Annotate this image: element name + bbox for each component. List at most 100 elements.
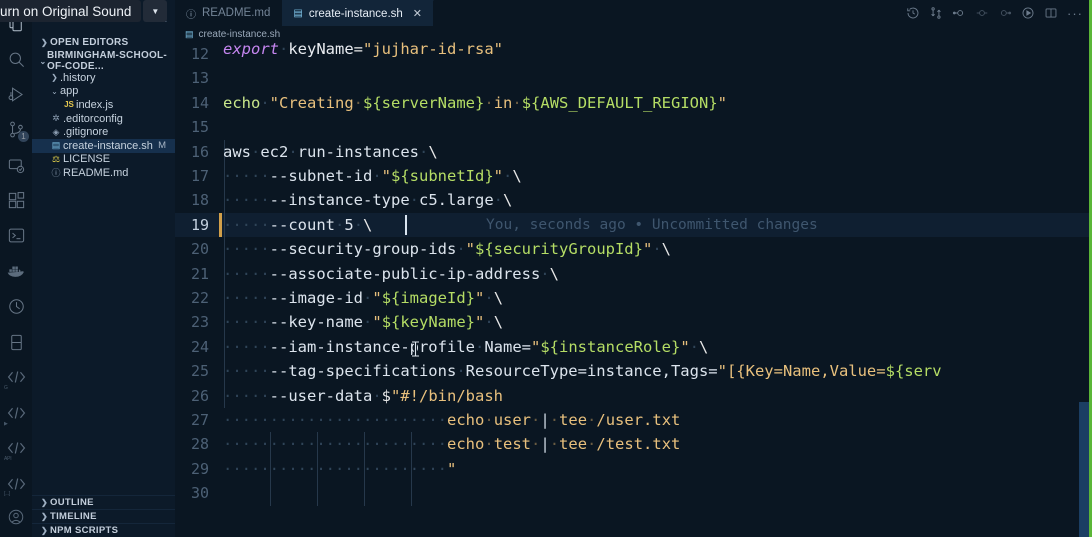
docker-icon[interactable] [0, 254, 32, 289]
extensions-icon[interactable] [0, 183, 32, 218]
chevron-right-icon: ❯ [40, 526, 48, 535]
tree-item-create-instance-sh[interactable]: ▤ create-instance.sh M [32, 138, 175, 153]
code-line-29[interactable]: ························" [223, 457, 456, 481]
tree-item-label: create-instance.sh [63, 139, 153, 152]
code-brackets-api-sublabel: API [4, 455, 12, 462]
line-number: 30 [190, 484, 209, 503]
code-content[interactable]: export·keyName="jujhar-id-rsa" echo·"Cre… [223, 42, 1092, 537]
zoom-original-sound-button[interactable]: urn on Original Sound [0, 0, 142, 22]
tree-item-readme-md[interactable]: ⓘ README.md [32, 166, 175, 180]
database-icon[interactable] [0, 324, 32, 359]
code-line-19[interactable]: ·····--count·5·\ [223, 213, 372, 237]
timeline-history-icon[interactable] [906, 6, 920, 20]
line-number: 28 [190, 435, 209, 454]
shell-file-icon: ▤ [185, 28, 194, 39]
zoom-original-sound-label: urn on Original Sound [0, 3, 132, 19]
tab-create-instance-sh[interactable]: ▤ create-instance.sh ✕ [282, 0, 435, 26]
tree-item-label: LICENSE [63, 153, 111, 166]
info-file-icon: ⓘ [51, 168, 61, 179]
code-line-26[interactable]: ·····--user-data·$"#!/bin/bash [223, 384, 503, 408]
file-tree: ❯ .history ⌄ app JS index.js ✲ .editorco… [32, 71, 175, 180]
line-number: 24 [190, 337, 209, 356]
run-play-icon[interactable] [1021, 6, 1035, 20]
azure-icon[interactable] [0, 218, 32, 253]
shell-file-icon: ▤ [51, 140, 61, 151]
code-line-23[interactable]: ·····--key-name·"${keyName}"·\ [223, 310, 503, 334]
account-icon[interactable] [0, 501, 32, 537]
code-line-20[interactable]: ·····--security-group-ids·"${securityGro… [223, 237, 671, 261]
code-line-22[interactable]: ·····--image-id·"${imageId}"·\ [223, 286, 503, 310]
compare-changes-icon[interactable] [929, 6, 943, 20]
remote-explorer-icon[interactable] [0, 148, 32, 183]
line-number: 15 [190, 118, 209, 137]
sidebar-explorer: EXPLORER … ❯ OPEN EDITORS ⌄ BIRMINGHAM-S… [32, 0, 175, 537]
tree-item-history[interactable]: ❯ .history [32, 71, 175, 85]
code-line-12[interactable]: export·keyName="jujhar-id-rsa" [223, 42, 503, 61]
line-number: 27 [190, 411, 209, 429]
sidebar-panel-outline[interactable]: ❯ OUTLINE [32, 495, 175, 509]
split-editor-icon[interactable] [1044, 6, 1058, 20]
sidebar-panel-timeline[interactable]: ❯ TIMELINE [32, 509, 175, 523]
code-line-25[interactable]: ·····--tag-specifications·ResourceType=i… [223, 359, 942, 383]
step-next-change-icon[interactable] [998, 6, 1012, 20]
search-icon[interactable] [0, 41, 32, 76]
vertical-scrollbar[interactable] [1079, 402, 1089, 537]
breadcrumb-path: create-instance.sh [198, 28, 281, 40]
line-number: 18 [190, 191, 209, 210]
tree-item-label: app [60, 85, 79, 98]
code-brackets-api-icon[interactable]: API [0, 431, 32, 466]
editor-toolbar: ··· [906, 0, 1092, 26]
line-number: 14 [190, 93, 209, 112]
line-number: 12 [190, 45, 209, 63]
code-brackets-misc-icon[interactable]: [...] [0, 466, 32, 501]
line-number: 25 [190, 362, 209, 381]
vscode-window: 1 G ▶ API [...] ❯ OPEN EDITORS ⌄ BIRMING… [0, 0, 1092, 537]
code-line-16[interactable]: aws·ec2·run-instances·\ [223, 140, 438, 164]
line-number: 20 [190, 240, 209, 259]
step-previous-change-icon[interactable] [952, 6, 966, 20]
code-line-24[interactable]: ·····--iam-instance-profile·Name="${inst… [223, 335, 708, 359]
line-number: 29 [190, 459, 209, 478]
mouse-pointer-icon [412, 341, 419, 357]
line-number: 26 [190, 386, 209, 405]
code-editor[interactable]: 12 13 14 15 16 17 18 19 20 21 22 23 24 2… [175, 42, 1092, 537]
tree-item-license[interactable]: ⚖ LICENSE [32, 153, 175, 167]
revert-change-icon[interactable] [975, 6, 989, 20]
sidebar-panel-label: TIMELINE [50, 511, 97, 522]
code-line-21[interactable]: ·····--associate-public-ip-address·\ [223, 262, 559, 286]
chevron-down-icon[interactable]: ▼ [143, 0, 168, 22]
source-control-icon[interactable]: 1 [0, 112, 32, 147]
history-icon[interactable] [0, 289, 32, 324]
tree-item-editorconfig[interactable]: ✲ .editorconfig [32, 112, 175, 126]
line-number: 13 [190, 69, 209, 88]
tree-item-app[interactable]: ⌄ app [32, 85, 175, 99]
sidebar-panel-npm-scripts[interactable]: ❯ NPM SCRIPTS [32, 523, 175, 537]
code-line-17[interactable]: ·····--subnet-id·"${subnetId}"·\ [223, 164, 522, 188]
activity-bar: 1 G ▶ API [...] [0, 0, 32, 537]
sidebar-section-open-editors[interactable]: ❯ OPEN EDITORS [32, 35, 175, 49]
tab-bar: ⓘ README.md ▤ create-instance.sh ✕ ··· [175, 0, 1092, 26]
code-brackets-git-icon[interactable]: G [0, 360, 32, 395]
tree-item-gitignore[interactable]: ◈ .gitignore [32, 125, 175, 139]
gear-file-icon: ✲ [52, 113, 60, 124]
tab-readme-md[interactable]: ⓘ README.md [175, 0, 283, 26]
chevron-right-icon: ❯ [40, 512, 48, 521]
code-brackets-run-icon[interactable]: ▶ [0, 395, 32, 430]
git-blame-annotation: You, seconds ago • Uncommitted changes [486, 216, 818, 233]
code-brackets-misc-sublabel: [...] [4, 491, 10, 498]
code-line-18[interactable]: ·····--instance-type·c5.large·\ [223, 188, 512, 212]
tree-item-index-js[interactable]: JS index.js [32, 98, 175, 112]
breadcrumb[interactable]: ▤ create-instance.sh [175, 26, 1092, 42]
zoom-original-sound-overlay: urn on Original Sound ▼ [0, 0, 168, 22]
code-line-28[interactable]: ························echo·test·|·tee·… [223, 432, 680, 456]
code-brackets-git-sublabel: G [4, 385, 8, 392]
code-line-27[interactable]: ························echo·user·|·tee·… [223, 408, 680, 432]
line-number: 21 [190, 264, 209, 283]
code-line-14[interactable]: echo·"Creating·${serverName}·in·${AWS_DE… [223, 91, 727, 115]
tree-item-label: .history [60, 71, 96, 84]
close-icon[interactable]: ✕ [413, 7, 422, 20]
code-brackets-run-sublabel: ▶ [4, 420, 8, 427]
more-actions-icon[interactable]: ··· [1067, 6, 1083, 21]
sidebar-section-workspace-root[interactable]: ⌄ BIRMINGHAM-SCHOOL-OF-CODE... [32, 50, 175, 72]
run-and-debug-icon[interactable] [0, 77, 32, 112]
